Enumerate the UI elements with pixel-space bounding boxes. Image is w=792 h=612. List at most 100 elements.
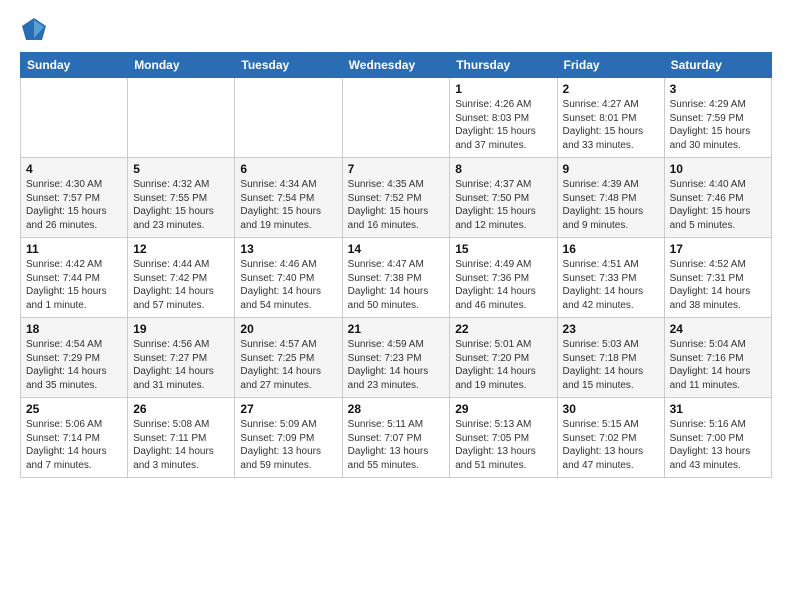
header [20, 16, 772, 44]
day-detail: Sunrise: 5:08 AM Sunset: 7:11 PM Dayligh… [133, 418, 229, 472]
day-detail: Sunrise: 4:39 AM Sunset: 7:48 PM Dayligh… [563, 178, 659, 232]
day-number: 15 [455, 242, 551, 256]
day-number: 1 [455, 82, 551, 96]
calendar-cell: 28Sunrise: 5:11 AM Sunset: 7:07 PM Dayli… [342, 398, 450, 478]
calendar-header-thursday: Thursday [450, 53, 557, 78]
day-number: 29 [455, 402, 551, 416]
calendar-table: SundayMondayTuesdayWednesdayThursdayFrid… [20, 52, 772, 478]
day-number: 4 [26, 162, 122, 176]
day-number: 10 [670, 162, 766, 176]
calendar-cell: 6Sunrise: 4:34 AM Sunset: 7:54 PM Daylig… [235, 158, 342, 238]
calendar-week-row: 18 Sunrise: 4:54 AM Sunset: 7:29 PM Dayli… [21, 318, 772, 398]
day-detail: Sunrise: 4:35 AM Sunset: 7:52 PM Dayligh… [348, 178, 445, 232]
calendar-cell: 24 Sunrise: 5:04 AM Sunset: 7:16 PM Dayli… [664, 318, 771, 398]
calendar-cell: 31Sunrise: 5:16 AM Sunset: 7:00 PM Dayli… [664, 398, 771, 478]
day-number: 23 [563, 322, 659, 336]
day-number: 17 [670, 242, 766, 256]
day-detail: Sunrise: 4:26 AM Sunset: 8:03 PM Dayligh… [455, 98, 551, 152]
day-number: 8 [455, 162, 551, 176]
calendar-cell: 22 Sunrise: 5:01 AM Sunset: 7:20 PM Dayli… [450, 318, 557, 398]
day-detail: Sunrise: 4:37 AM Sunset: 7:50 PM Dayligh… [455, 178, 551, 232]
calendar-header-tuesday: Tuesday [235, 53, 342, 78]
day-detail: Sunrise: 5:06 AM Sunset: 7:14 PM Dayligh… [26, 418, 122, 472]
calendar-cell [342, 78, 450, 158]
logo-icon [20, 16, 48, 44]
page: SundayMondayTuesdayWednesdayThursdayFrid… [0, 0, 792, 488]
day-number: 22 [455, 322, 551, 336]
calendar-cell: 7 Sunrise: 4:35 AM Sunset: 7:52 PM Daylig… [342, 158, 450, 238]
day-number: 25 [26, 402, 122, 416]
calendar-cell: 23 Sunrise: 5:03 AM Sunset: 7:18 PM Dayli… [557, 318, 664, 398]
calendar-cell: 30 Sunrise: 5:15 AM Sunset: 7:02 PM Dayli… [557, 398, 664, 478]
day-detail: Sunrise: 4:46 AM Sunset: 7:40 PM Dayligh… [240, 258, 336, 312]
day-number: 13 [240, 242, 336, 256]
calendar-header-monday: Monday [128, 53, 235, 78]
day-number: 18 [26, 322, 122, 336]
day-detail: Sunrise: 4:59 AM Sunset: 7:23 PM Dayligh… [348, 338, 445, 392]
calendar-cell: 18 Sunrise: 4:54 AM Sunset: 7:29 PM Dayli… [21, 318, 128, 398]
day-number: 9 [563, 162, 659, 176]
day-detail: Sunrise: 4:40 AM Sunset: 7:46 PM Dayligh… [670, 178, 766, 232]
day-detail: Sunrise: 4:54 AM Sunset: 7:29 PM Dayligh… [26, 338, 122, 392]
day-number: 26 [133, 402, 229, 416]
calendar-cell: 27 Sunrise: 5:09 AM Sunset: 7:09 PM Dayli… [235, 398, 342, 478]
calendar-cell [128, 78, 235, 158]
day-detail: Sunrise: 5:11 AM Sunset: 7:07 PM Dayligh… [348, 418, 445, 472]
day-detail: Sunrise: 4:30 AM Sunset: 7:57 PM Dayligh… [26, 178, 122, 232]
calendar-cell: 9 Sunrise: 4:39 AM Sunset: 7:48 PM Daylig… [557, 158, 664, 238]
day-number: 27 [240, 402, 336, 416]
day-detail: Sunrise: 5:15 AM Sunset: 7:02 PM Dayligh… [563, 418, 659, 472]
day-detail: Sunrise: 5:03 AM Sunset: 7:18 PM Dayligh… [563, 338, 659, 392]
day-detail: Sunrise: 5:13 AM Sunset: 7:05 PM Dayligh… [455, 418, 551, 472]
day-number: 19 [133, 322, 229, 336]
day-detail: Sunrise: 4:29 AM Sunset: 7:59 PM Dayligh… [670, 98, 766, 152]
calendar-cell: 20 Sunrise: 4:57 AM Sunset: 7:25 PM Dayli… [235, 318, 342, 398]
day-detail: Sunrise: 4:47 AM Sunset: 7:38 PM Dayligh… [348, 258, 445, 312]
day-detail: Sunrise: 4:57 AM Sunset: 7:25 PM Dayligh… [240, 338, 336, 392]
day-number: 14 [348, 242, 445, 256]
day-detail: Sunrise: 4:42 AM Sunset: 7:44 PM Dayligh… [26, 258, 122, 312]
calendar-cell [21, 78, 128, 158]
day-number: 7 [348, 162, 445, 176]
day-number: 5 [133, 162, 229, 176]
day-number: 20 [240, 322, 336, 336]
day-number: 24 [670, 322, 766, 336]
calendar-cell: 13 Sunrise: 4:46 AM Sunset: 7:40 PM Dayli… [235, 238, 342, 318]
calendar-cell: 19 Sunrise: 4:56 AM Sunset: 7:27 PM Dayli… [128, 318, 235, 398]
day-detail: Sunrise: 4:49 AM Sunset: 7:36 PM Dayligh… [455, 258, 551, 312]
day-detail: Sunrise: 5:16 AM Sunset: 7:00 PM Dayligh… [670, 418, 766, 472]
calendar-cell: 12Sunrise: 4:44 AM Sunset: 7:42 PM Dayli… [128, 238, 235, 318]
calendar-cell: 16 Sunrise: 4:51 AM Sunset: 7:33 PM Dayli… [557, 238, 664, 318]
calendar-cell: 8 Sunrise: 4:37 AM Sunset: 7:50 PM Daylig… [450, 158, 557, 238]
calendar-cell [235, 78, 342, 158]
calendar-week-row: 25 Sunrise: 5:06 AM Sunset: 7:14 PM Dayli… [21, 398, 772, 478]
calendar-header-row: SundayMondayTuesdayWednesdayThursdayFrid… [21, 53, 772, 78]
calendar-week-row: 1 Sunrise: 4:26 AM Sunset: 8:03 PM Daylig… [21, 78, 772, 158]
calendar-cell: 1 Sunrise: 4:26 AM Sunset: 8:03 PM Daylig… [450, 78, 557, 158]
calendar-header-friday: Friday [557, 53, 664, 78]
day-detail: Sunrise: 5:04 AM Sunset: 7:16 PM Dayligh… [670, 338, 766, 392]
calendar-header-wednesday: Wednesday [342, 53, 450, 78]
day-detail: Sunrise: 4:51 AM Sunset: 7:33 PM Dayligh… [563, 258, 659, 312]
calendar-cell: 25 Sunrise: 5:06 AM Sunset: 7:14 PM Dayli… [21, 398, 128, 478]
calendar-week-row: 11Sunrise: 4:42 AM Sunset: 7:44 PM Dayli… [21, 238, 772, 318]
calendar-cell: 11Sunrise: 4:42 AM Sunset: 7:44 PM Dayli… [21, 238, 128, 318]
day-detail: Sunrise: 4:52 AM Sunset: 7:31 PM Dayligh… [670, 258, 766, 312]
calendar-cell: 26 Sunrise: 5:08 AM Sunset: 7:11 PM Dayli… [128, 398, 235, 478]
day-detail: Sunrise: 4:34 AM Sunset: 7:54 PM Dayligh… [240, 178, 336, 232]
day-number: 16 [563, 242, 659, 256]
calendar-cell: 14 Sunrise: 4:47 AM Sunset: 7:38 PM Dayli… [342, 238, 450, 318]
calendar-cell: 15 Sunrise: 4:49 AM Sunset: 7:36 PM Dayli… [450, 238, 557, 318]
calendar-cell: 10 Sunrise: 4:40 AM Sunset: 7:46 PM Dayli… [664, 158, 771, 238]
day-detail: Sunrise: 5:09 AM Sunset: 7:09 PM Dayligh… [240, 418, 336, 472]
day-detail: Sunrise: 4:56 AM Sunset: 7:27 PM Dayligh… [133, 338, 229, 392]
day-detail: Sunrise: 5:01 AM Sunset: 7:20 PM Dayligh… [455, 338, 551, 392]
day-number: 12 [133, 242, 229, 256]
calendar-cell: 2Sunrise: 4:27 AM Sunset: 8:01 PM Daylig… [557, 78, 664, 158]
calendar-cell: 5Sunrise: 4:32 AM Sunset: 7:55 PM Daylig… [128, 158, 235, 238]
day-detail: Sunrise: 4:27 AM Sunset: 8:01 PM Dayligh… [563, 98, 659, 152]
calendar-header-saturday: Saturday [664, 53, 771, 78]
logo [20, 16, 52, 44]
day-number: 3 [670, 82, 766, 96]
day-number: 30 [563, 402, 659, 416]
